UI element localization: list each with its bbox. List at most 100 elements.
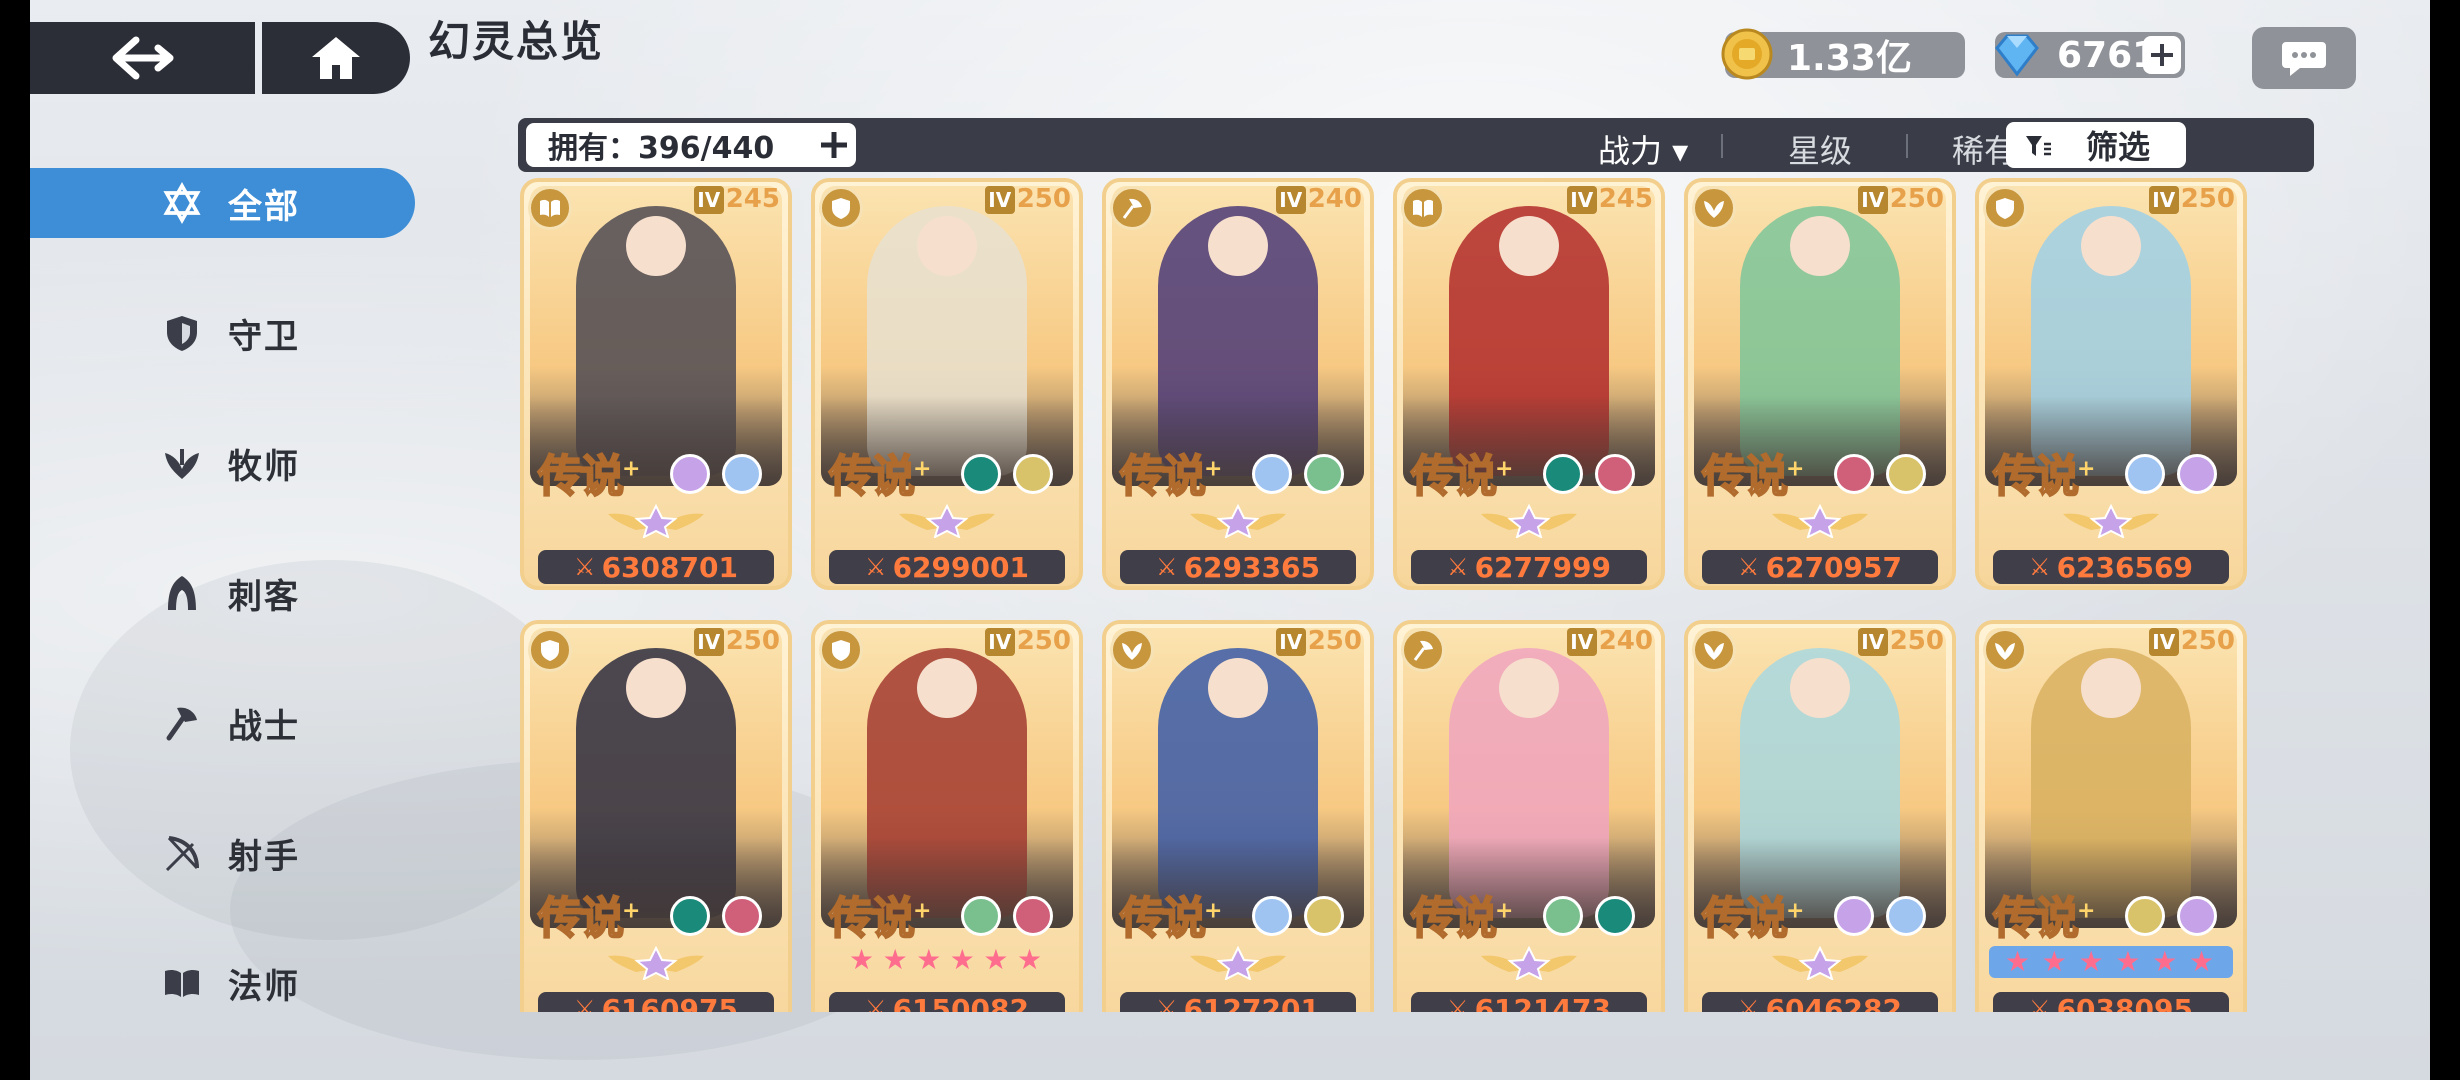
star-icon: ★ [1016,943,1043,976]
awaken-iv-icon: IV [2148,627,2179,656]
element-icon [1013,896,1053,936]
hero-level: IV 245 [1566,184,1653,214]
card-grid-viewport: IV 245 传说+ ⚔ 6308701 IV 250 传说+ ⚔ 6299001 IV 240 传说+… [0,0,2460,1012]
tier-wing-emblem [1190,504,1286,538]
rarity-plus: + [1204,898,1222,924]
hero-level: IV 240 [1275,184,1362,214]
crossed-swords-icon: ⚔ [1738,553,1760,581]
element-icon [2177,896,2217,936]
combat-power: ⚔ 6236569 [1993,550,2229,584]
star-icon: ★ [2115,945,2141,978]
tier-wing-emblem [608,504,704,538]
element-icon [1304,896,1344,936]
hero-card[interactable]: IV 250 传说+ ⚔ 6299001 [811,178,1083,590]
combat-power: ⚔ 6270957 [1702,550,1938,584]
hero-card[interactable]: IV 250 传说+ ⚔ 6046282 [1684,620,1956,1012]
rarity-label: 传说+ [1119,440,1222,504]
hero-card[interactable]: IV 240 传说+ ⚔ 6121473 [1393,620,1665,1012]
shield-icon [541,640,559,661]
element-icon [1252,896,1292,936]
star-icon: ★ [983,943,1009,976]
star-icon: ★ [949,943,975,976]
combat-power: ⚔ 6277999 [1411,550,1647,584]
rarity-label: 传说+ [828,440,931,504]
class-badge [528,628,572,672]
power-value: 6277999 [1474,550,1611,584]
tier-wing-emblem [1772,946,1868,980]
element-icon [670,896,710,936]
hero-card[interactable]: IV 250 传说+ ⚔ 6160975 [520,620,792,1012]
combat-power: ⚔ 6127201 [1120,992,1356,1012]
star-icon: ★ [2152,945,2178,978]
level-value: 250 [1016,184,1071,214]
awaken-iv-icon: IV [984,185,1015,214]
rarity-plus: + [1786,456,1804,482]
awaken-iv-icon: IV [1566,627,1597,656]
hero-head [1790,216,1850,276]
hero-head [1208,216,1268,276]
hero-level: IV 250 [2148,626,2235,656]
power-value: 6160975 [601,992,738,1013]
element-icon [1886,896,1926,936]
rarity-plus: + [913,898,931,924]
crossed-swords-icon: ⚔ [574,995,596,1012]
crossed-swords-icon: ⚔ [1156,995,1178,1012]
power-value: 6150082 [892,992,1029,1013]
hero-head [626,216,686,276]
level-value: 240 [1598,626,1653,656]
element-icon [1543,896,1583,936]
hero-card[interactable]: IV 245 传说+ ⚔ 6277999 [1393,178,1665,590]
class-badge [528,186,572,230]
awaken-iv-icon: IV [1275,627,1306,656]
rarity-plus: + [1495,898,1513,924]
hero-card[interactable]: IV 250 传说+ ⚔ 6270957 [1684,178,1956,590]
hero-card[interactable]: IV 250 传说+ ★ ★ ★ ★ ★ ★ ⚔ 6038095 [1975,620,2247,1012]
hero-card[interactable]: IV 250 传说+ ⚔ 6127201 [1102,620,1374,1012]
rarity-text: 传说 [828,450,916,503]
hero-level: IV 250 [1857,184,1944,214]
awaken-iv-icon: IV [693,185,724,214]
leaf-icon [1122,643,1142,660]
element-icon [722,896,762,936]
hero-card[interactable]: IV 250 传说+ ★ ★ ★ ★ ★ ★ ⚔ 6150082 [811,620,1083,1012]
level-value: 245 [1598,184,1653,214]
tier-wing-emblem [608,946,704,980]
hero-card[interactable]: IV 250 传说+ ⚔ 6236569 [1975,178,2247,590]
level-value: 250 [725,626,780,656]
crossed-swords-icon: ⚔ [865,553,887,581]
class-badge [1983,628,2027,672]
element-icon [670,454,710,494]
crossed-swords-icon: ⚔ [1447,553,1469,581]
star-rating: ★ ★ ★ ★ ★ ★ [1989,946,2233,978]
class-badge [1692,628,1736,672]
combat-power: ⚔ 6038095 [1993,992,2229,1012]
hero-card[interactable]: IV 240 传说+ ⚔ 6293365 [1102,178,1374,590]
hero-card[interactable]: IV 245 传说+ ⚔ 6308701 [520,178,792,590]
crossed-swords-icon: ⚔ [1447,995,1469,1012]
rarity-plus: + [2077,898,2095,924]
hero-head [1499,658,1559,718]
rarity-plus: + [622,456,640,482]
element-icon [961,454,1001,494]
element-icon [2125,454,2165,494]
shield-icon [832,640,850,661]
power-value: 6038095 [2056,992,2193,1013]
awaken-iv-icon: IV [693,627,724,656]
element-icon [1834,896,1874,936]
element-icon [1304,454,1344,494]
hero-level: IV 250 [984,184,1071,214]
level-value: 250 [1307,626,1362,656]
level-value: 250 [2180,184,2235,214]
combat-power: ⚔ 6150082 [829,992,1065,1012]
crossed-swords-icon: ⚔ [2029,553,2051,581]
star-rating: ★ ★ ★ ★ ★ ★ [849,946,1045,978]
element-icon [1013,454,1053,494]
rarity-text: 传说 [1992,450,2080,503]
rarity-plus: + [2077,456,2095,482]
rarity-label: 传说+ [1119,882,1222,946]
hero-head [917,216,977,276]
awaken-iv-icon: IV [1275,185,1306,214]
rarity-label: 传说+ [1701,882,1804,946]
awaken-iv-icon: IV [984,627,1015,656]
combat-power: ⚔ 6121473 [1411,992,1647,1012]
